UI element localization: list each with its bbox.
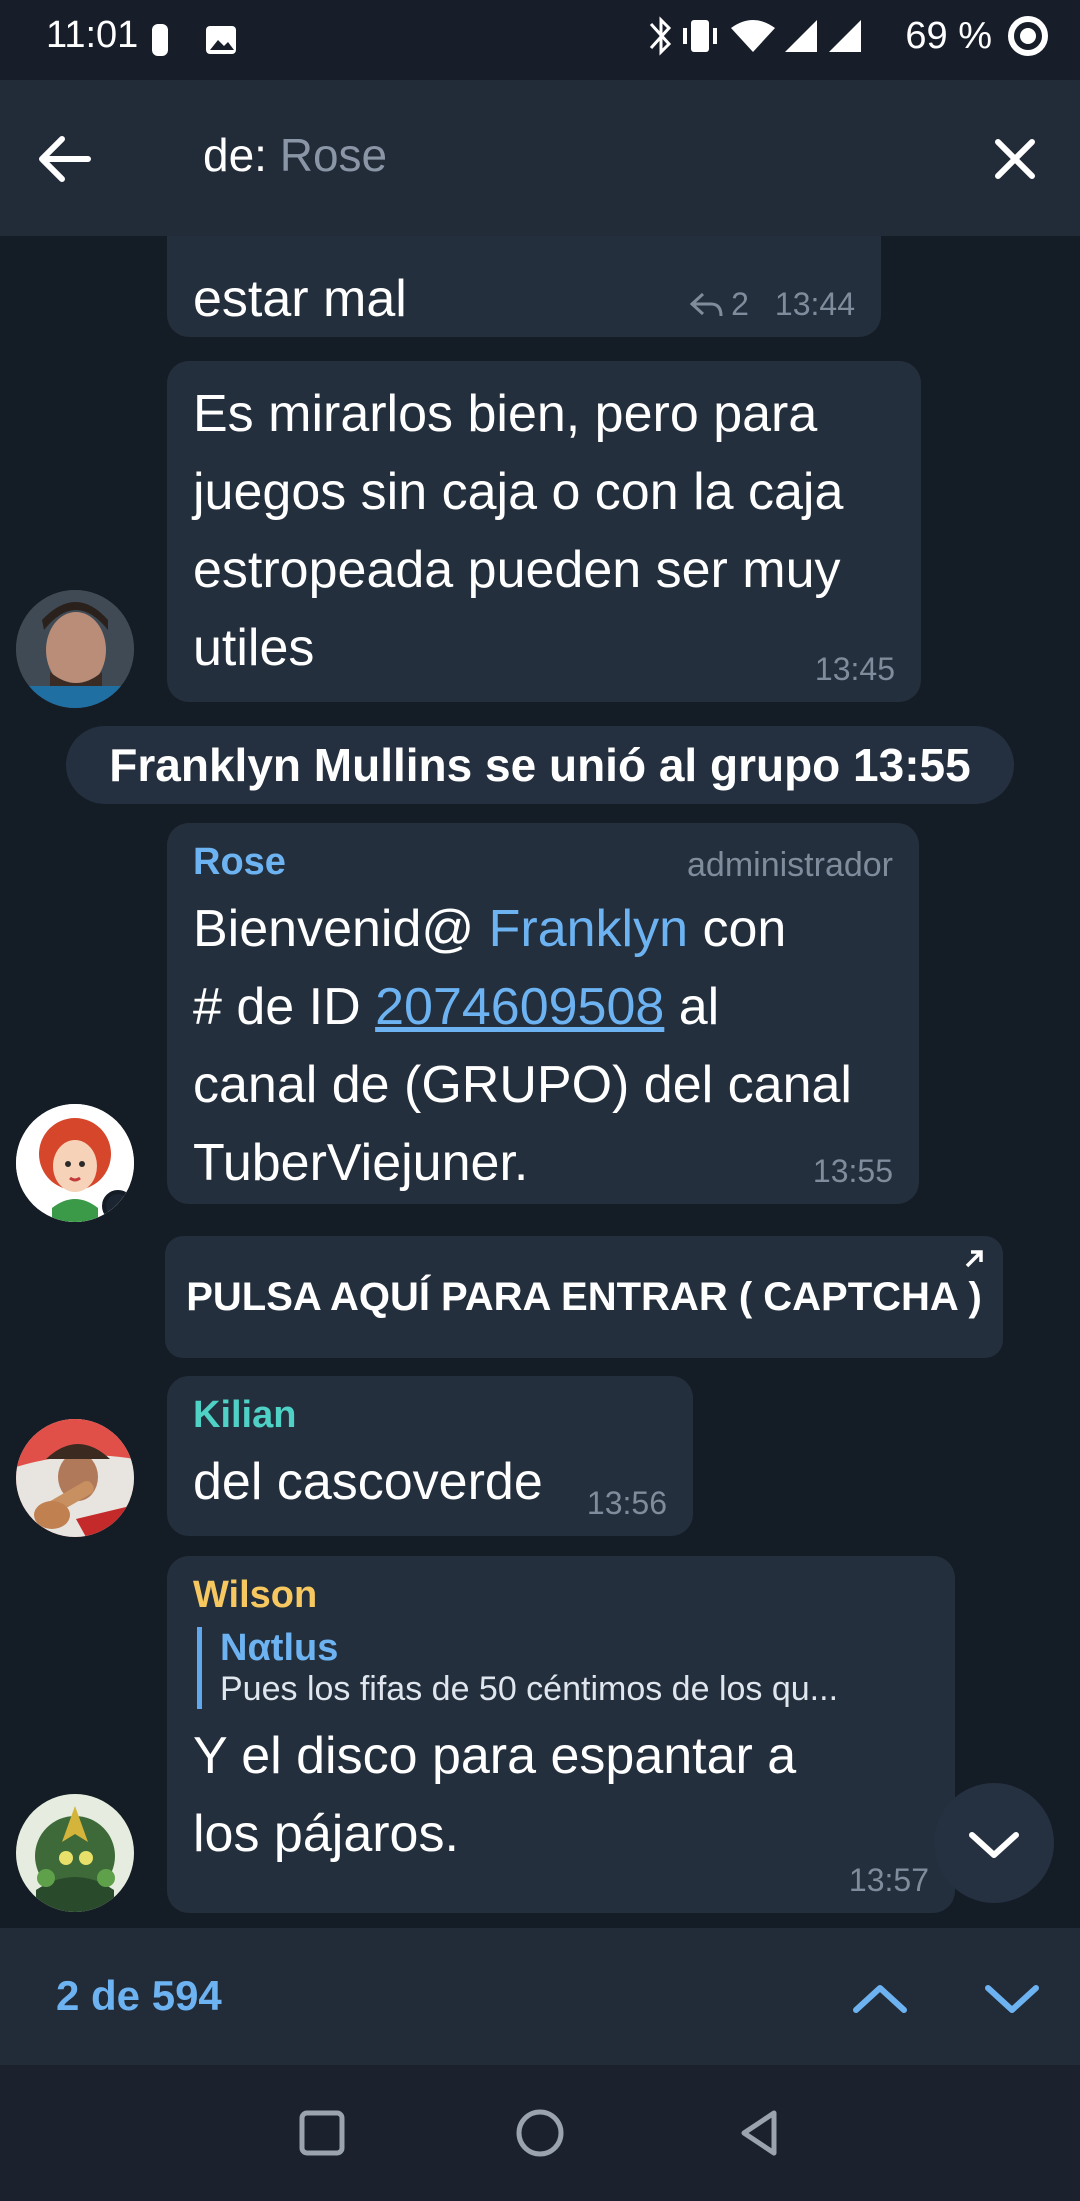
user-mention[interactable]: Franklyn	[489, 900, 688, 958]
back-button[interactable]	[30, 124, 100, 194]
search-value: Rose	[279, 129, 388, 181]
message-content: Kilian del cascoverde	[193, 1394, 543, 1521]
id-link[interactable]: 2074609508	[375, 978, 664, 1036]
status-right: 69 %	[641, 14, 1050, 58]
reply-text: Pues los fifas de 50 céntimos de los qu.…	[220, 1670, 839, 1708]
signal-icon	[785, 20, 818, 52]
vibrate-icon	[683, 20, 718, 52]
user-photo-icon	[16, 590, 134, 708]
search-results-bar: 2 de 594	[0, 1928, 1080, 2065]
message-time: 13:44	[774, 286, 855, 322]
chevron-down-icon	[969, 1832, 1019, 1858]
result-counter: 2 de 594	[56, 1972, 222, 2019]
search-input[interactable]: de: Rose	[203, 128, 387, 182]
message-bubble-wilson[interactable]: Wilson Nαtlus Pues los fifas de 50 cénti…	[167, 1556, 955, 1913]
message-meta: 2 13:44	[689, 286, 855, 323]
message-bubble-rose[interactable]: Rose administrador Bienvenid@ Franklyn c…	[167, 823, 919, 1204]
avatar-kilian[interactable]	[16, 1419, 134, 1537]
message-text: Es mirarlos bien, pero para juegos sin c…	[193, 385, 844, 677]
message-bubble-kilian[interactable]: Kilian del cascoverde 13:56	[167, 1376, 693, 1536]
search-prefix: de:	[203, 129, 267, 181]
service-message: Franklyn Mullins se unió al grupo 13:55	[66, 726, 1014, 804]
triangle-back-icon	[741, 2110, 777, 2156]
sender-name[interactable]: Rose	[193, 841, 286, 884]
previous-result-button[interactable]	[840, 1958, 920, 2038]
scroll-to-bottom-button[interactable]	[934, 1783, 1054, 1903]
captcha-button-label: PULSA AQUÍ PARA ENTRAR ( CAPTCHA )	[186, 1274, 982, 1319]
message-time: 13:56	[586, 1485, 667, 1521]
chevron-up-icon	[853, 1985, 907, 2013]
system-nav-bar	[0, 2065, 1080, 2201]
close-search-button[interactable]	[980, 124, 1050, 194]
message-line: Y el disco para espantar a	[193, 1727, 797, 1785]
avatar-wilson[interactable]	[16, 1794, 134, 1912]
message-text: estar mal	[193, 270, 407, 328]
kilian-avatar-icon	[16, 1419, 134, 1537]
signal-icon-2	[829, 20, 862, 52]
wifi-icon	[731, 20, 776, 52]
reply-sender: Nαtlus	[220, 1627, 339, 1669]
message-bubble[interactable]: estar mal 2 13:44	[167, 236, 881, 337]
message-list[interactable]: estar mal 2 13:44 Es mirarlos bien, pero…	[0, 236, 1080, 1928]
avatar-rose[interactable]	[16, 1104, 134, 1222]
search-header: de: Rose	[0, 80, 1080, 236]
status-bar: 11:01 69 %	[0, 0, 1080, 80]
avatar[interactable]	[16, 590, 134, 708]
message-time: 13:55	[812, 1153, 893, 1189]
data-saver-icon	[1008, 16, 1048, 56]
square-icon	[299, 2110, 345, 2156]
watch-icon	[152, 24, 168, 56]
back-nav-button[interactable]	[728, 2101, 792, 2165]
message-content: Wilson Nαtlus Pues los fifas de 50 cénti…	[193, 1574, 926, 1873]
message-line: canal de (GRUPO) del canal	[193, 1056, 852, 1114]
message-line: Bienvenid@ Franklyn con	[193, 900, 787, 958]
captcha-button[interactable]: PULSA AQUÍ PARA ENTRAR ( CAPTCHA )	[165, 1236, 1003, 1358]
recents-button[interactable]	[290, 2101, 354, 2165]
message-header: Rose administrador	[193, 841, 893, 890]
status-left-icons	[140, 20, 240, 65]
message-line: # de ID 2074609508 al	[193, 978, 720, 1036]
arrow-left-icon	[39, 136, 91, 182]
chevron-down-icon	[985, 1985, 1039, 2013]
reply-count: 2	[731, 286, 749, 322]
admin-badge: administrador	[687, 846, 893, 884]
message-line: los pájaros.	[193, 1805, 459, 1863]
external-link-icon	[965, 1250, 983, 1268]
message-line: TuberViejuner.	[193, 1134, 529, 1192]
next-result-button[interactable]	[972, 1958, 1052, 2038]
status-time: 11:01	[46, 14, 139, 56]
bluetooth-icon	[650, 16, 672, 56]
battery-percent: 69 %	[905, 14, 992, 57]
rose-avatar-icon	[16, 1104, 134, 1222]
message-content: Rose administrador Bienvenid@ Franklyn c…	[193, 841, 893, 1202]
image-icon	[206, 26, 236, 54]
home-button[interactable]	[508, 2101, 572, 2165]
message-text: del cascoverde	[193, 1453, 543, 1511]
reply-icon	[689, 292, 723, 316]
wilson-avatar-icon	[16, 1794, 134, 1912]
message-time: 13:57	[848, 1862, 929, 1898]
sender-name[interactable]: Wilson	[193, 1574, 926, 1617]
close-icon	[995, 139, 1035, 179]
message-bubble[interactable]: Es mirarlos bien, pero para juegos sin c…	[167, 361, 921, 702]
sender-name[interactable]: Kilian	[193, 1394, 543, 1437]
reply-preview[interactable]: Nαtlus Pues los fifas de 50 céntimos de …	[197, 1627, 926, 1709]
system-icons	[650, 16, 862, 56]
message-time: 13:45	[814, 651, 895, 687]
circle-icon	[516, 2109, 564, 2157]
